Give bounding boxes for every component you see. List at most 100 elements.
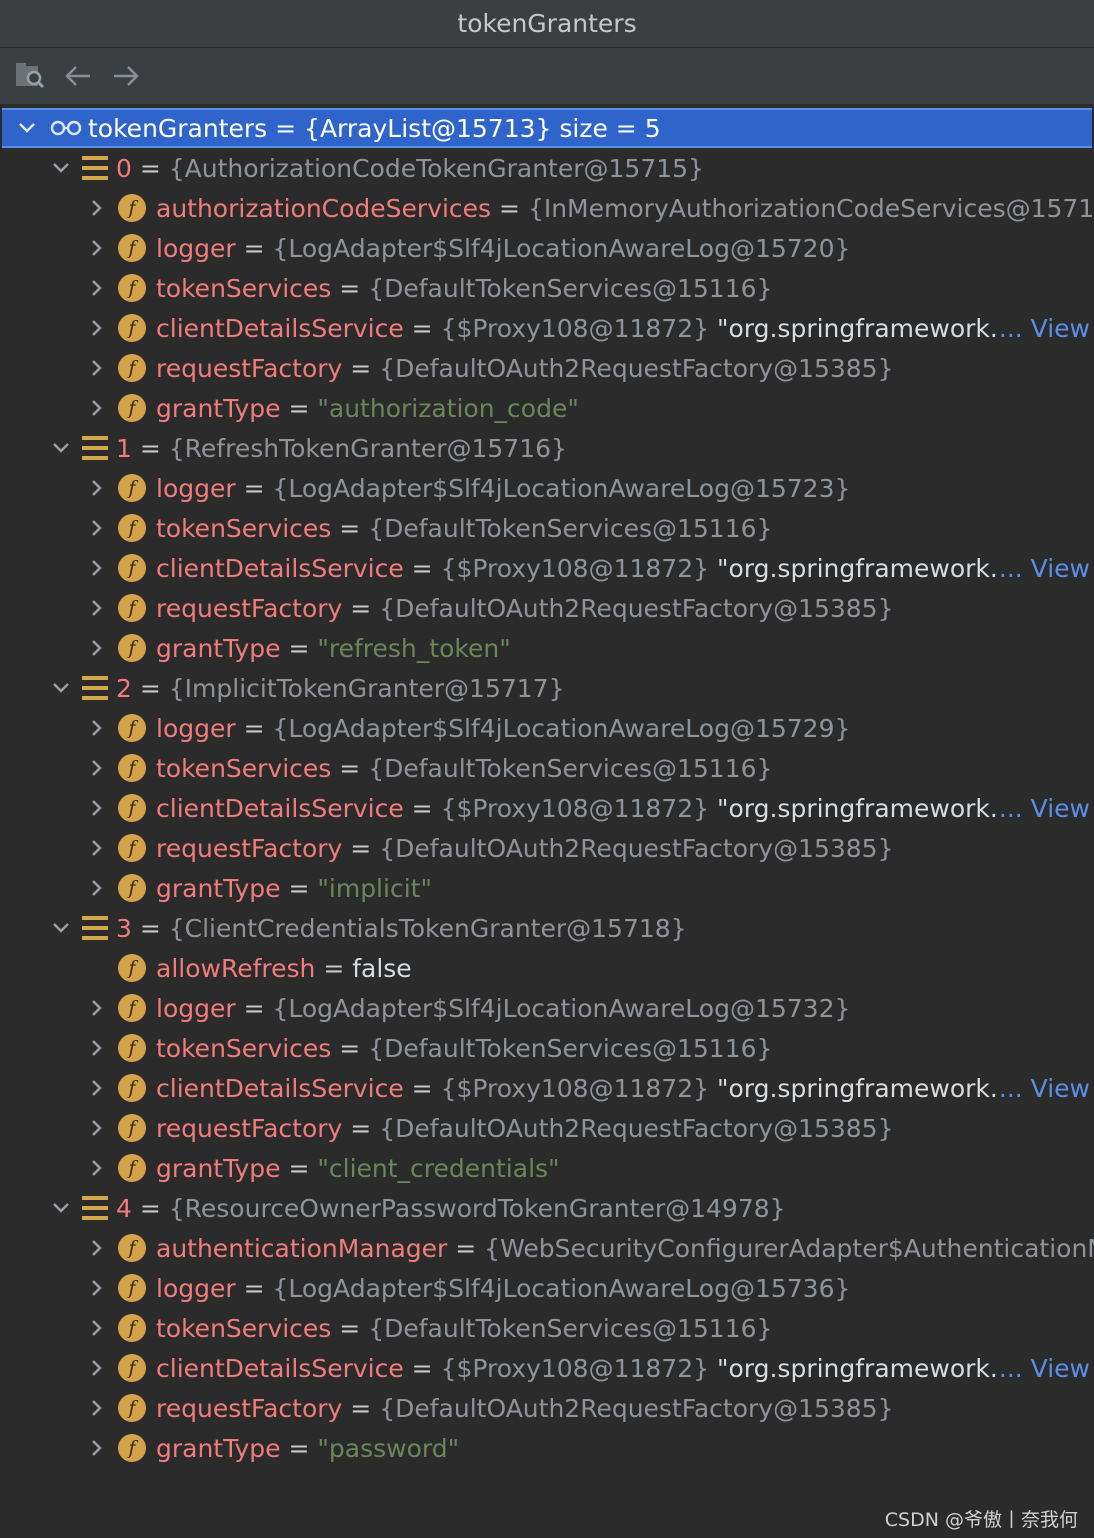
field-row[interactable]: f clientDetailsService = {$Proxy108@11872… <box>0 308 1094 348</box>
chevron-right-icon[interactable] <box>82 828 112 868</box>
ellipsis: ... <box>998 1073 1023 1103</box>
chevron-down-icon[interactable] <box>46 908 76 948</box>
root-label: tokenGranters = {ArrayList@15713} size =… <box>88 113 661 143</box>
back-button[interactable] <box>58 56 98 96</box>
view-link[interactable]: ... View <box>996 1073 1090 1103</box>
view-link[interactable]: ... View <box>996 553 1090 583</box>
ellipsis: ... <box>998 1353 1023 1383</box>
field-row[interactable]: f tokenServices = {DefaultTokenServices@1… <box>0 508 1094 548</box>
chevron-down-icon[interactable] <box>46 148 76 188</box>
list-element-row[interactable]: 4 = {ResourceOwnerPasswordTokenGranter@1… <box>0 1188 1094 1228</box>
field-row[interactable]: f requestFactory = {DefaultOAuth2RequestF… <box>0 588 1094 628</box>
window-title: tokenGranters <box>457 9 637 38</box>
chevron-right-icon[interactable] <box>82 1108 112 1148</box>
equals-sign: = <box>235 473 273 503</box>
list-element-row[interactable]: 0 = {AuthorizationCodeTokenGranter@15715… <box>0 148 1094 188</box>
field-icon: f <box>118 1034 146 1062</box>
view-link[interactable]: ... View <box>996 313 1090 343</box>
chevron-down-icon[interactable] <box>46 428 76 468</box>
field-row[interactable]: f authenticationManager = {WebSecurityCon… <box>0 1228 1094 1268</box>
chevron-right-icon[interactable] <box>82 268 112 308</box>
chevron-right-icon[interactable] <box>82 348 112 388</box>
chevron-right-icon[interactable] <box>82 188 112 228</box>
field-row[interactable]: f grantType = "refresh_token" <box>0 628 1094 668</box>
element-index: 0 <box>116 153 132 183</box>
view-link[interactable]: ... View <box>996 793 1090 823</box>
chevron-right-icon[interactable] <box>82 468 112 508</box>
field-row[interactable]: f requestFactory = {DefaultOAuth2RequestF… <box>0 348 1094 388</box>
field-row[interactable]: f logger = {LogAdapter$Slf4jLocationAware… <box>0 1268 1094 1308</box>
chevron-right-icon[interactable] <box>82 508 112 548</box>
field-row[interactable]: f logger = {LogAdapter$Slf4jLocationAware… <box>0 468 1094 508</box>
equals-sign: = <box>403 1073 441 1103</box>
chevron-right-icon[interactable] <box>82 988 112 1028</box>
chevron-down-icon[interactable] <box>46 668 76 708</box>
field-icon: f <box>118 754 146 782</box>
chevron-right-icon[interactable] <box>82 868 112 908</box>
chevron-right-icon[interactable] <box>82 1228 112 1268</box>
chevron-right-icon[interactable] <box>82 788 112 828</box>
field-row[interactable]: f tokenServices = {DefaultTokenServices@1… <box>0 748 1094 788</box>
field-row[interactable]: f allowRefresh = false <box>0 948 1094 988</box>
equals-sign: = <box>331 513 369 543</box>
chevron-right-icon[interactable] <box>82 708 112 748</box>
chevron-down-icon[interactable] <box>12 110 42 146</box>
view-link[interactable]: ... View <box>996 1353 1090 1383</box>
chevron-right-icon[interactable] <box>82 388 112 428</box>
element-index: 4 <box>116 1193 132 1223</box>
chevron-right-icon[interactable] <box>82 1028 112 1068</box>
field-row[interactable]: f requestFactory = {DefaultOAuth2RequestF… <box>0 1108 1094 1148</box>
field-row[interactable]: f clientDetailsService = {$Proxy108@11872… <box>0 788 1094 828</box>
field-icon: f <box>118 1274 146 1302</box>
chevron-down-icon[interactable] <box>46 1188 76 1228</box>
field-name: grantType <box>156 873 281 903</box>
list-element-row[interactable]: 2 = {ImplicitTokenGranter@15717} <box>0 668 1094 708</box>
list-element-icon <box>82 916 108 940</box>
tree-root-row[interactable]: tokenGranters = {ArrayList@15713} size =… <box>2 108 1092 148</box>
evaluate-button[interactable] <box>10 56 50 96</box>
field-row[interactable]: f tokenServices = {DefaultTokenServices@1… <box>0 1028 1094 1068</box>
chevron-right-icon[interactable] <box>82 1268 112 1308</box>
field-name: requestFactory <box>156 1113 343 1143</box>
equals-sign: = <box>280 1153 318 1183</box>
chevron-right-icon[interactable] <box>82 588 112 628</box>
chevron-right-icon[interactable] <box>82 1428 112 1468</box>
chevron-right-icon[interactable] <box>82 1068 112 1108</box>
field-row[interactable]: f clientDetailsService = {$Proxy108@11872… <box>0 548 1094 588</box>
field-row[interactable]: f authorizationCodeServices = {InMemoryAu… <box>0 188 1094 228</box>
chevron-right-icon[interactable] <box>82 1308 112 1348</box>
chevron-right-icon[interactable] <box>82 1348 112 1388</box>
equals-sign: = <box>403 1353 441 1383</box>
field-row[interactable]: f clientDetailsService = {$Proxy108@11872… <box>0 1348 1094 1388</box>
field-row[interactable]: f grantType = "password" <box>0 1428 1094 1468</box>
string-preview: "org.springframework.se <box>709 553 1027 583</box>
string-preview: "org.springframework.se <box>709 313 1027 343</box>
list-element-row[interactable]: 1 = {RefreshTokenGranter@15716} <box>0 428 1094 468</box>
forward-button[interactable] <box>106 56 146 96</box>
field-row[interactable]: f tokenServices = {DefaultTokenServices@1… <box>0 268 1094 308</box>
field-row[interactable]: f logger = {LogAdapter$Slf4jLocationAware… <box>0 988 1094 1028</box>
list-element-row[interactable]: 3 = {ClientCredentialsTokenGranter@15718… <box>0 908 1094 948</box>
chevron-right-icon[interactable] <box>82 228 112 268</box>
element-index: 1 <box>116 433 132 463</box>
field-row[interactable]: f logger = {LogAdapter$Slf4jLocationAware… <box>0 228 1094 268</box>
field-row[interactable]: f logger = {LogAdapter$Slf4jLocationAware… <box>0 708 1094 748</box>
field-row[interactable]: f grantType = "client_credentials" <box>0 1148 1094 1188</box>
chevron-right-icon[interactable] <box>82 1148 112 1188</box>
chevron-right-icon[interactable] <box>82 1388 112 1428</box>
field-row[interactable]: f requestFactory = {DefaultOAuth2RequestF… <box>0 828 1094 868</box>
field-row[interactable]: f grantType = "implicit" <box>0 868 1094 908</box>
field-value: "password" <box>317 1433 460 1463</box>
equals-sign: = <box>403 793 441 823</box>
field-row[interactable]: f grantType = "authorization_code" <box>0 388 1094 428</box>
field-row[interactable]: f clientDetailsService = {$Proxy108@11872… <box>0 1068 1094 1108</box>
equals-sign: = <box>131 1193 169 1223</box>
chevron-right-icon[interactable] <box>82 308 112 348</box>
chevron-right-icon[interactable] <box>82 548 112 588</box>
element-index: 2 <box>116 673 132 703</box>
chevron-right-icon[interactable] <box>82 748 112 788</box>
field-row[interactable]: f requestFactory = {DefaultOAuth2RequestF… <box>0 1388 1094 1428</box>
equals-sign: = <box>403 553 441 583</box>
field-row[interactable]: f tokenServices = {DefaultTokenServices@1… <box>0 1308 1094 1348</box>
chevron-right-icon[interactable] <box>82 628 112 668</box>
